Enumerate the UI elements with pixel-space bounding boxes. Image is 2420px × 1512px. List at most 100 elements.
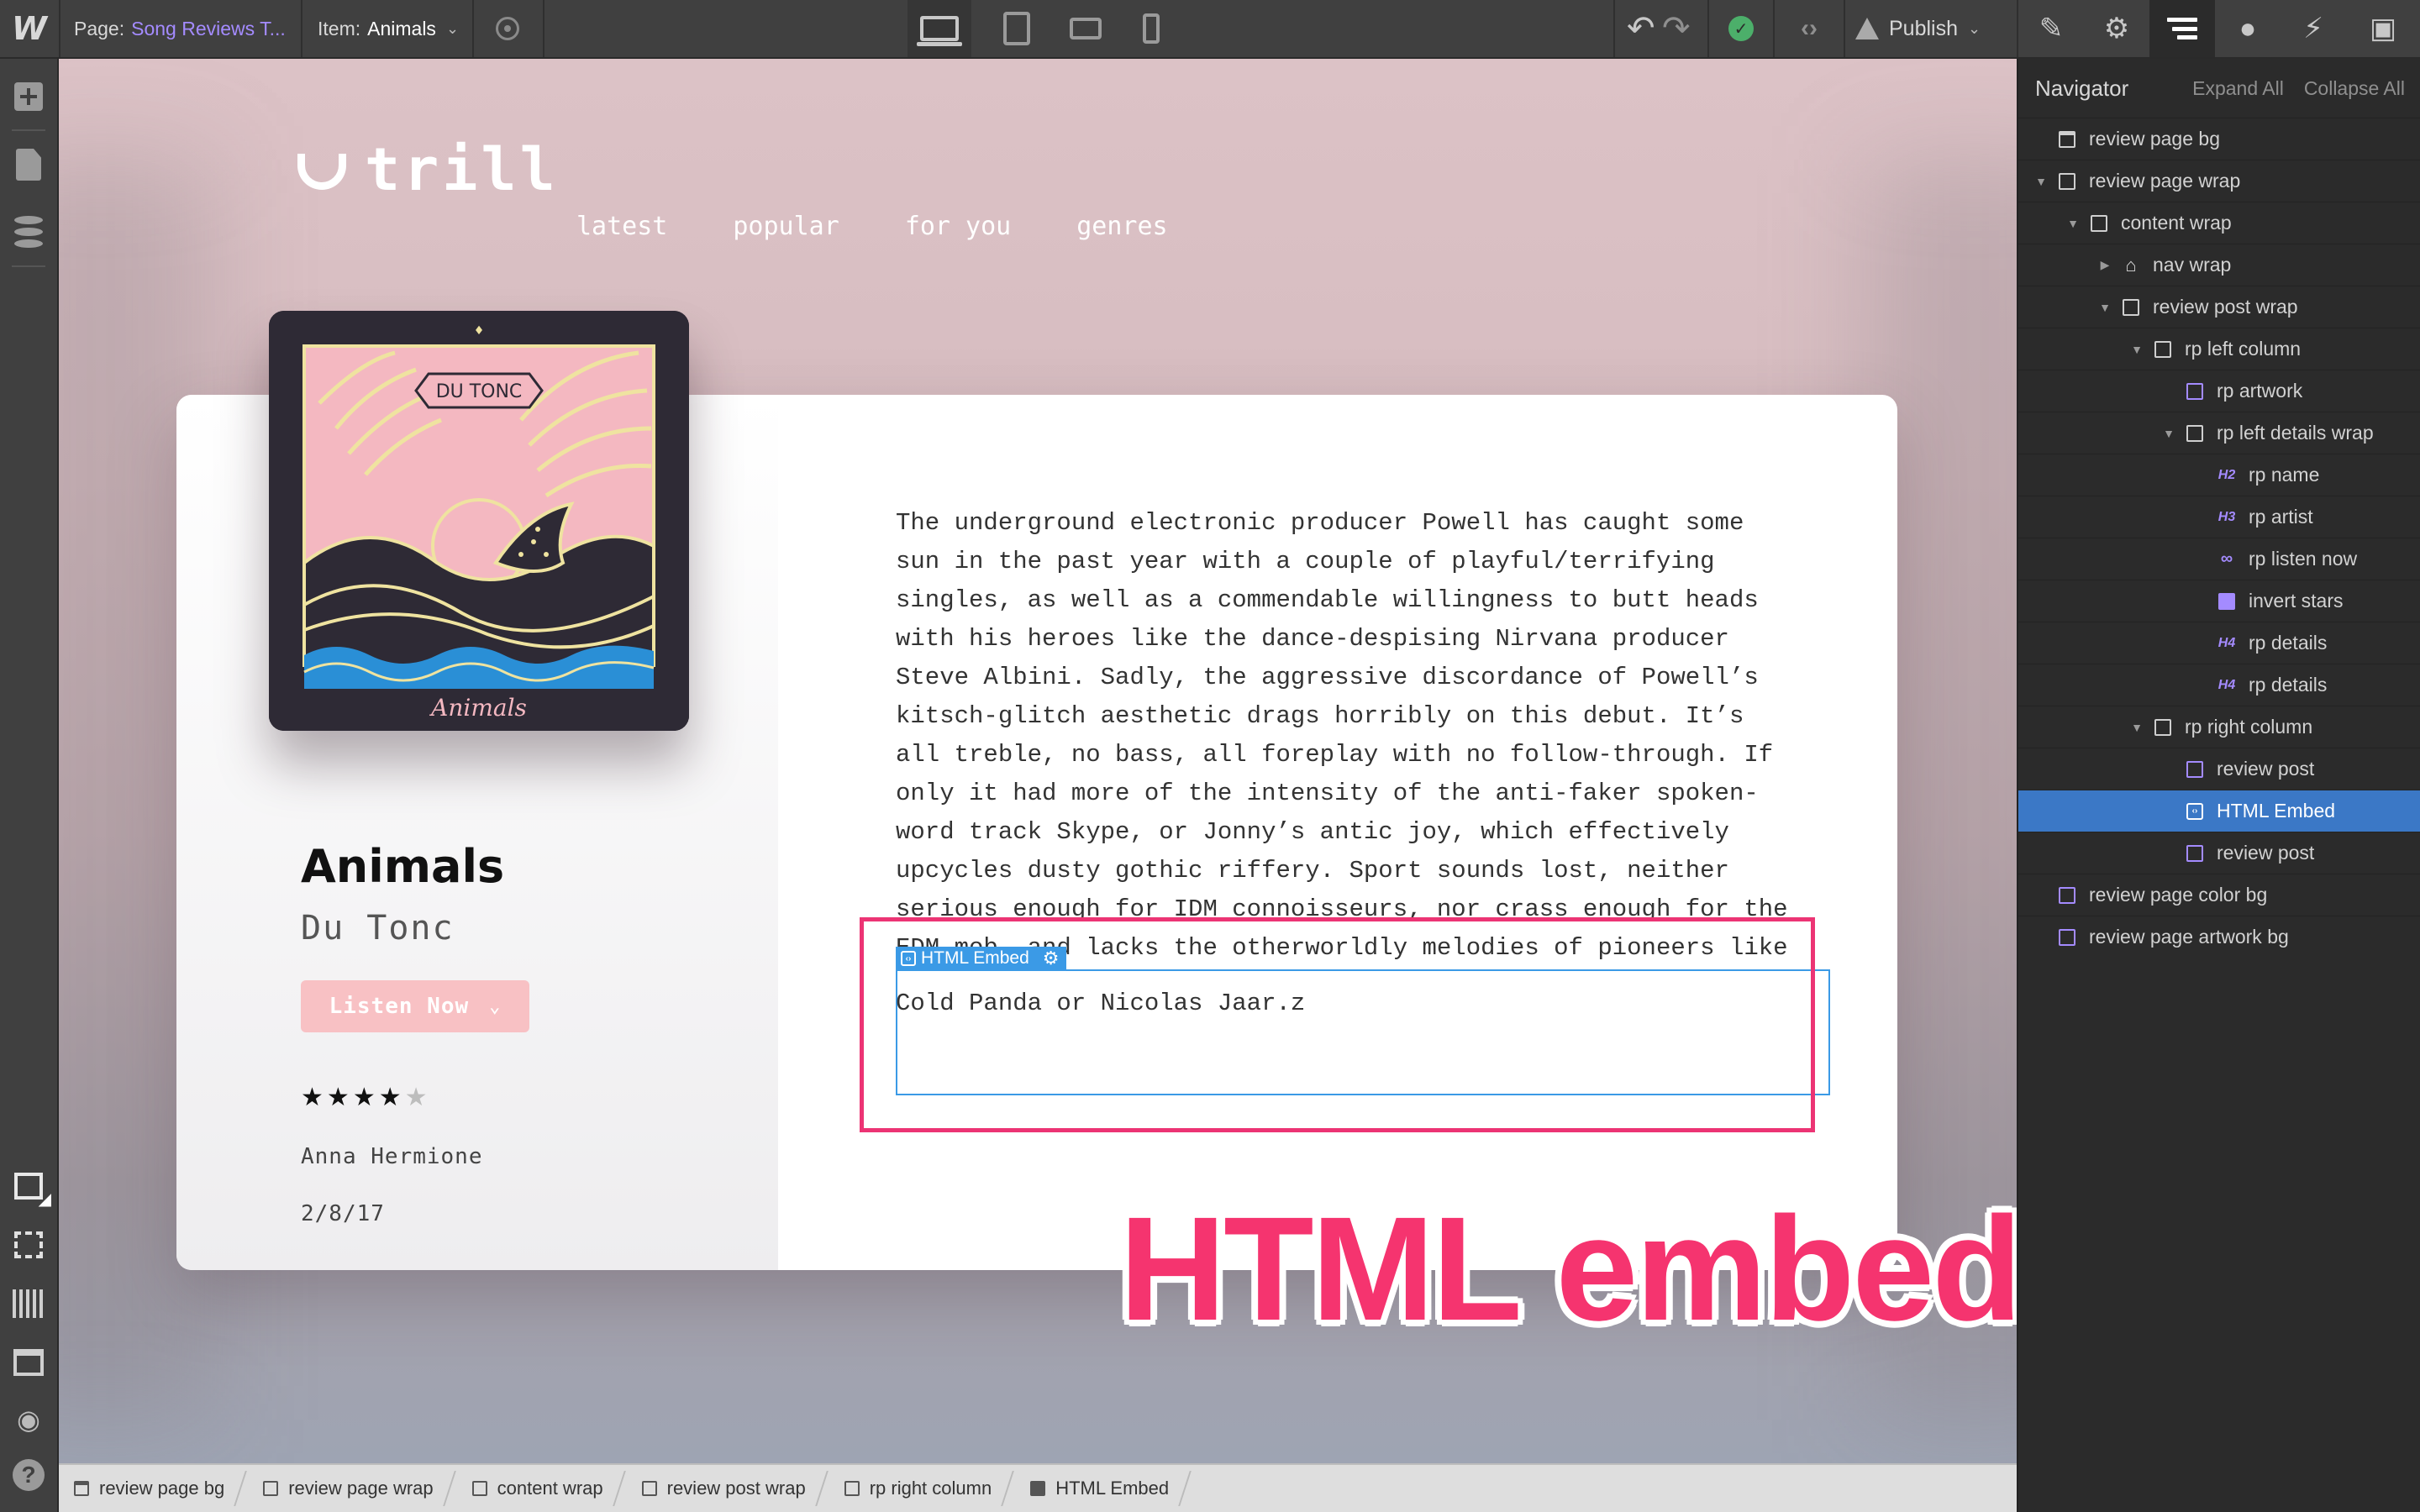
eye-icon [496, 17, 519, 40]
review-line: word track Skype, or Jonny’s antic joy, … [896, 818, 1729, 846]
preview-button[interactable] [489, 0, 526, 57]
preview-layout-button[interactable] [0, 1337, 57, 1388]
question-icon: ? [13, 1459, 45, 1491]
caret-right-icon[interactable]: ▶ [2097, 258, 2112, 272]
caret-down-icon[interactable]: ▼ [2033, 175, 2049, 188]
navigator-node[interactable]: ▶H2rp name [2018, 454, 2420, 496]
select-cursor-icon [14, 1173, 51, 1210]
select-tool-button[interactable] [0, 1161, 57, 1211]
nav-link-popular[interactable]: popular [733, 212, 839, 241]
navigator-node[interactable]: ▶rp artwork [2018, 370, 2420, 412]
navigator-node-label: content wrap [2121, 212, 2232, 234]
navigator-node[interactable]: ▼ rp left details wrap [2018, 412, 2420, 454]
navigator-node-label: rp name [2249, 464, 2320, 486]
caret-down-icon[interactable]: ▼ [2065, 217, 2081, 230]
caret-down-icon[interactable]: ▼ [2161, 427, 2176, 440]
navigator-node[interactable]: ▶H4rp details [2018, 664, 2420, 706]
chevron-down-icon: ⌄ [1968, 19, 1981, 37]
item-selector[interactable]: Item: Animals ⌄ [318, 0, 459, 57]
code-export-button[interactable]: ‹› [1788, 0, 1830, 57]
navigator-node[interactable]: ▼ review page wrap [2018, 160, 2420, 202]
navigator-node[interactable]: ▶H3rp artist [2018, 496, 2420, 538]
navigator-node[interactable]: ▶invert stars [2018, 580, 2420, 622]
div-block-icon [471, 1481, 487, 1496]
navigator-node-label: rp left details wrap [2217, 422, 2374, 444]
breadcrumb-item[interactable]: review page bg [74, 1464, 246, 1512]
breadcrumb-item[interactable]: review post wrap [625, 1464, 828, 1512]
navigator-node[interactable]: ▼ content wrap [2018, 202, 2420, 244]
navigator-node[interactable]: ▶review page artwork bg [2018, 916, 2420, 958]
device-tablet-button[interactable] [985, 0, 1049, 57]
interactions-panel-tab[interactable]: ⚡ [2281, 0, 2346, 57]
section-icon [74, 1481, 89, 1496]
breadcrumb-label: HTML Embed [1055, 1478, 1170, 1499]
caret-down-icon[interactable]: ▼ [2129, 721, 2144, 734]
navigator-node[interactable]: ▶ ⌂ nav wrap [2018, 244, 2420, 286]
help-button[interactable]: ? [0, 1450, 57, 1500]
breadcrumb-item[interactable]: content wrap [455, 1464, 625, 1512]
navigator-node[interactable]: ▶∞rp listen now [2018, 538, 2420, 580]
nav-link-latest[interactable]: latest [576, 212, 667, 241]
cms-button[interactable] [0, 207, 57, 257]
listen-now-button[interactable]: Listen Now ⌄ [301, 980, 529, 1032]
chevron-down-icon: ⌄ [445, 19, 460, 37]
navigator-node[interactable]: ▶review page bg [2018, 118, 2420, 160]
navigator-node-label: rp listen now [2249, 548, 2358, 570]
assets-panel-tab[interactable]: ▣ [2346, 0, 2420, 57]
style-panel-tab[interactable]: ✎ [2018, 0, 2084, 57]
caret-down-icon[interactable]: ▼ [2129, 343, 2144, 356]
navigator-node[interactable]: ▼ rp left column [2018, 328, 2420, 370]
images-icon: ▣ [2369, 13, 2397, 45]
device-portrait-button[interactable] [1119, 0, 1183, 57]
star-empty-icon: ★ [404, 1084, 428, 1111]
check-circle-icon: ✓ [1728, 16, 1754, 41]
caret-down-icon[interactable]: ▼ [2097, 301, 2112, 314]
breadcrumb-item[interactable]: rp right column [828, 1464, 1014, 1512]
symbol-block-icon [2186, 844, 2203, 862]
add-element-button[interactable] [0, 71, 57, 122]
site-logo[interactable]: trill [294, 135, 559, 204]
collapse-all-button[interactable]: Collapse All [2304, 77, 2405, 100]
navigator-node-label: review page color bg [2089, 884, 2268, 906]
page-selector-value: Song Reviews T... [131, 17, 286, 39]
undo-button[interactable]: ↶ [1627, 0, 1655, 57]
navigator-node[interactable]: ▶‹›HTML Embed [2018, 790, 2420, 832]
navigator-node[interactable]: ▼ rp right column [2018, 706, 2420, 748]
navigator-node[interactable]: ▶H4rp details [2018, 622, 2420, 664]
navigator-node[interactable]: ▶review post [2018, 832, 2420, 874]
device-landscape-button[interactable] [1054, 0, 1118, 57]
settings-panel-tab[interactable]: ⚙ [2084, 0, 2149, 57]
save-status-button[interactable]: ✓ [1723, 0, 1760, 57]
navigator-node[interactable]: ▼ review post wrap [2018, 286, 2420, 328]
show-grid-button[interactable] [0, 1278, 57, 1329]
expand-all-button[interactable]: Expand All [2192, 77, 2284, 100]
breadcrumb-item[interactable]: review page wrap [246, 1464, 455, 1512]
designer-canvas[interactable]: trill latest popular for you genres ♦ DU [59, 59, 2017, 1463]
breadcrumb-item[interactable]: HTML Embed [1013, 1464, 1191, 1512]
navigator-node[interactable]: ▶review page color bg [2018, 874, 2420, 916]
show-edges-button[interactable] [0, 1220, 57, 1270]
video-tutorials-button[interactable]: ◉ [0, 1394, 57, 1445]
navigator-node[interactable]: ▶review post [2018, 748, 2420, 790]
breadcrumb-label: review page wrap [288, 1478, 434, 1499]
page-selector[interactable]: Page: Song Reviews T... [74, 0, 286, 57]
navigator-panel-tab[interactable] [2149, 0, 2215, 57]
rp-artwork[interactable]: ♦ DU TONC Animals [269, 311, 689, 731]
home-icon: ⌂ [2125, 254, 2137, 276]
navigator-node-label: review page wrap [2089, 170, 2241, 192]
device-desktop-button[interactable] [908, 0, 971, 57]
nav-link-genres[interactable]: genres [1076, 212, 1167, 241]
nav-link-for-you[interactable]: for you [905, 212, 1011, 241]
pages-button[interactable] [0, 139, 57, 190]
svg-text:♦: ♦ [474, 324, 485, 338]
swatches-panel-tab[interactable]: ● [2215, 0, 2281, 57]
publish-button[interactable]: Publish ⌄ [1855, 0, 1981, 57]
navigator-node-label: HTML Embed [2217, 800, 2336, 822]
toolbar-divider [1844, 0, 1845, 57]
publish-label: Publish [1889, 16, 1958, 40]
div-block-icon [2059, 172, 2075, 190]
toolbar-divider [301, 0, 302, 57]
redo-button[interactable]: ↷ [1662, 0, 1691, 57]
webflow-logo[interactable]: W [0, 0, 59, 57]
navigator-node-label: review post [2217, 842, 2315, 864]
